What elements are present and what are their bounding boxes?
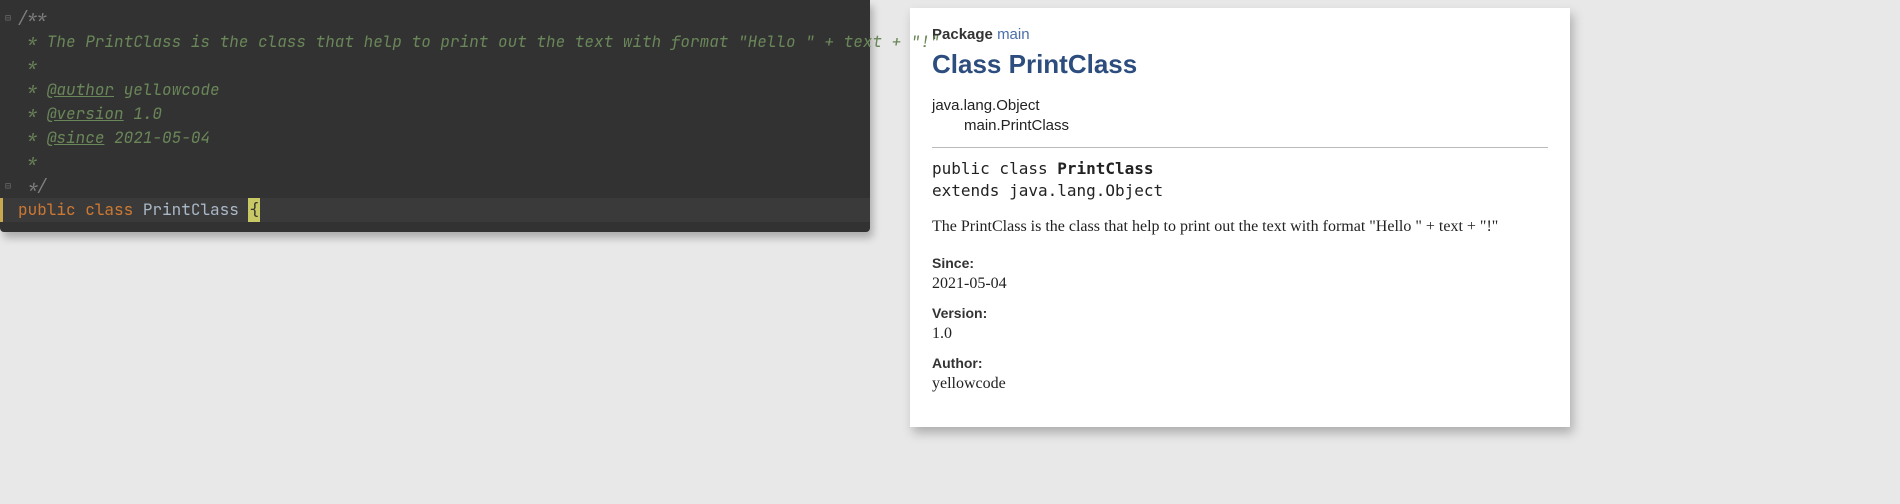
since-label: Since: — [932, 255, 1548, 271]
type-hierarchy: java.lang.Object main.PrintClass — [932, 96, 1548, 137]
package-label: Package — [932, 26, 993, 43]
javadoc-value: yellowcode — [114, 78, 220, 102]
javadoc-tag: @since — [47, 126, 105, 150]
code-line: * @author yellowcode — [0, 78, 870, 102]
class-identifier: PrintClass — [143, 198, 239, 222]
version-value: 1.0 — [932, 325, 1548, 343]
comment-prefix: * — [18, 126, 47, 150]
decl-classname: PrintClass — [1057, 159, 1153, 178]
javadoc-tag: @version — [47, 102, 124, 126]
code-line: * — [0, 150, 870, 174]
comment-text: * — [18, 150, 37, 174]
comment-text: * — [18, 54, 37, 78]
author-value: yellowcode — [932, 375, 1548, 393]
javadoc-value: 1.0 — [124, 102, 162, 126]
keyword-public: public — [18, 198, 76, 222]
code-line: * — [0, 54, 870, 78]
class-heading: Class PrintClass — [932, 49, 1548, 80]
comment-text: */ — [18, 174, 47, 198]
decl-extends: extends java.lang.Object — [932, 180, 1548, 202]
keyword-class: class — [85, 198, 133, 222]
package-link[interactable]: main — [997, 26, 1030, 43]
package-line: Package main — [932, 26, 1548, 43]
comment-text: /** — [18, 6, 47, 30]
class-description: The PrintClass is the class that help to… — [932, 216, 1548, 238]
code-line: * The PrintClass is the class that help … — [0, 30, 870, 54]
brace-open: { — [248, 198, 260, 222]
code-line: ⊟ /** — [0, 6, 870, 30]
code-editor-panel[interactable]: ⊟ /** * The PrintClass is the class that… — [0, 0, 870, 232]
javadoc-value: 2021-05-04 — [104, 126, 210, 150]
fold-close-icon[interactable]: ⊟ — [2, 174, 14, 198]
version-label: Version: — [932, 305, 1548, 321]
comment-text: * The PrintClass is the class that help … — [18, 30, 940, 54]
javadoc-tag: @author — [47, 78, 114, 102]
hierarchy-child: main.PrintClass — [932, 116, 1548, 136]
code-line: * @since 2021-05-04 — [0, 126, 870, 150]
comment-prefix: * — [18, 78, 47, 102]
class-declaration: public class PrintClass extends java.lan… — [932, 158, 1548, 203]
decl-text: public class — [932, 159, 1057, 178]
since-value: 2021-05-04 — [932, 275, 1548, 293]
hierarchy-root: java.lang.Object — [932, 96, 1548, 116]
code-line-active[interactable]: public class PrintClass { — [0, 198, 870, 222]
javadoc-panel: Package main Class PrintClass java.lang.… — [910, 8, 1570, 427]
author-label: Author: — [932, 355, 1548, 371]
comment-prefix: * — [18, 102, 47, 126]
fold-open-icon[interactable]: ⊟ — [2, 6, 14, 30]
code-line: ⊟ */ — [0, 174, 870, 198]
code-line: * @version 1.0 — [0, 102, 870, 126]
divider — [932, 147, 1548, 148]
